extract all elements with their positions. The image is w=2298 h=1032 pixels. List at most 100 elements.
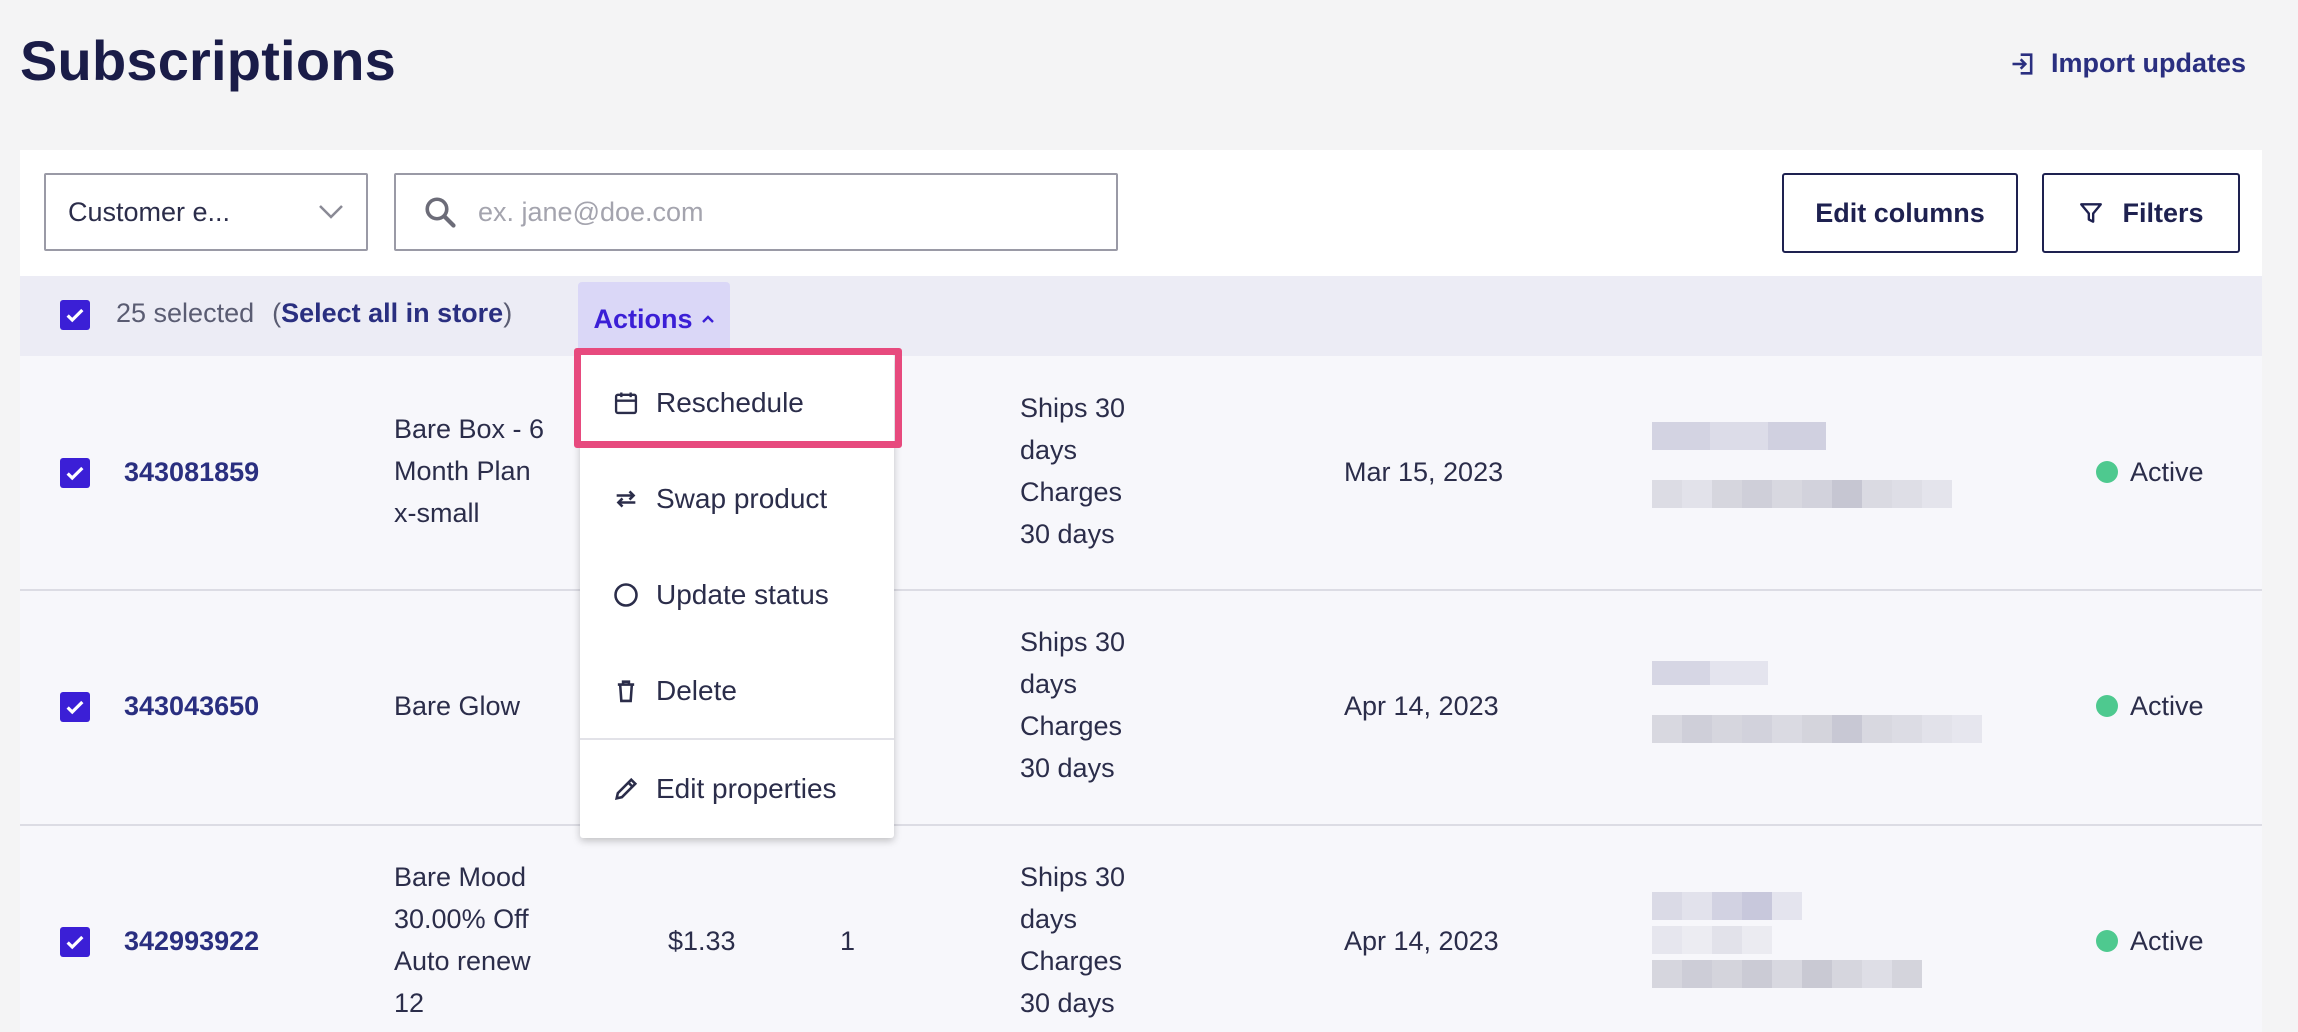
product-line: Month Plan [394, 456, 531, 486]
trash-icon [617, 680, 635, 703]
redacted-customer [1652, 422, 1952, 538]
pencil-icon [614, 777, 638, 801]
menu-divider [580, 738, 894, 740]
row-checkbox[interactable] [60, 458, 90, 488]
menu-item-update-status[interactable]: Update status [580, 550, 894, 640]
funnel-icon [2080, 203, 2103, 223]
menu-item-label: Edit properties [656, 773, 837, 804]
selection-summary: 25 selected ( Select all in store ) [116, 298, 512, 329]
checkmark-icon [66, 935, 84, 950]
product-cell: Bare Box - 6 Month Plan x-small [394, 408, 544, 534]
schedule-line: Ships 30 [1020, 862, 1126, 892]
subscription-id-link[interactable]: 343043650 [124, 685, 259, 727]
menu-item-swap-product[interactable]: Swap product [580, 454, 894, 544]
product-line: Bare Box - 6 [394, 414, 545, 444]
edit-columns-label: Edit columns [1815, 197, 1985, 228]
redacted-line [1652, 960, 1922, 988]
schedule-line: 30 days [1020, 753, 1115, 783]
status-dot [2096, 930, 2118, 952]
schedule-line: days [1020, 669, 1078, 699]
actions-dropdown-button[interactable]: Actions [578, 282, 730, 356]
product-line: 12 [394, 988, 425, 1018]
product-cell: Bare Mood 30.00% Off Auto renew 12 [394, 856, 531, 1024]
checkmark-icon [66, 308, 84, 323]
product-line: Bare Mood [394, 862, 527, 892]
import-updates-label: Import updates [2050, 48, 2246, 78]
status-dot [2096, 461, 2118, 483]
select-all-in-store-link[interactable]: Select all in store [281, 298, 503, 329]
redacted-customer [1652, 661, 1982, 773]
swap-arrows-icon [616, 490, 636, 508]
schedule-line: 30 days [1020, 519, 1115, 549]
table-row: 342993922 Bare Mood 30.00% Off Auto rene… [20, 826, 2262, 1032]
checkmark-icon [66, 700, 84, 715]
schedule-cell: Ships 30 days Charges 30 days [1020, 621, 1125, 789]
quantity-cell: 1 [840, 926, 856, 956]
status-dot [2096, 695, 2118, 717]
redacted-customer [1652, 892, 1922, 1018]
menu-item-label: Delete [656, 675, 737, 706]
redacted-line [1652, 926, 1922, 954]
close-paren: ) [503, 298, 513, 328]
product-line: 30.00% Off [394, 904, 529, 934]
search-input[interactable] [476, 195, 1090, 229]
schedule-line: days [1020, 904, 1078, 934]
import-icon [2012, 52, 2033, 75]
product-line: x-small [394, 498, 480, 528]
next-date: Mar 15, 2023 [1344, 457, 1504, 487]
row-checkbox[interactable] [60, 692, 90, 722]
calendar-icon [614, 392, 638, 415]
status-badge: Active [2096, 685, 2204, 727]
price-cell: $1.33 [668, 926, 736, 956]
subscription-id-link[interactable]: 343081859 [124, 451, 259, 493]
redacted-line [1652, 661, 1982, 685]
product-line: Auto renew [394, 946, 531, 976]
filter-toolbar: Customer e... Edit columns Filters [20, 150, 2262, 276]
schedule-line: 30 days [1020, 988, 1115, 1018]
schedule-line: Charges [1020, 477, 1123, 507]
filter-field-value: Customer e... [68, 196, 231, 227]
filter-field-select[interactable]: Customer e... [44, 173, 368, 251]
status-label: Active [2130, 691, 2204, 721]
schedule-line: Charges [1020, 711, 1123, 741]
filters-button[interactable]: Filters [2042, 173, 2240, 253]
schedule-line: Charges [1020, 946, 1123, 976]
page-title: Subscriptions [20, 29, 396, 92]
redacted-line [1652, 480, 1952, 508]
search-field[interactable] [394, 173, 1118, 251]
open-paren: ( [272, 298, 282, 328]
row-checkbox[interactable] [60, 927, 90, 957]
chevron-down-icon [319, 205, 343, 219]
search-icon [425, 197, 456, 228]
next-date: Apr 14, 2023 [1344, 691, 1499, 721]
menu-item-label: Swap product [656, 483, 828, 514]
import-updates-link[interactable]: Import updates [2009, 48, 2246, 79]
redacted-line [1652, 892, 1922, 920]
menu-item-reschedule[interactable]: Reschedule [580, 358, 894, 448]
edit-columns-button[interactable]: Edit columns [1782, 173, 2018, 253]
subscription-id-link[interactable]: 342993922 [124, 920, 259, 962]
actions-label: Actions [593, 303, 693, 334]
select-all-checkbox[interactable] [60, 300, 90, 330]
schedule-cell: Ships 30 days Charges 30 days [1020, 387, 1125, 555]
table-row: 343043650 Bare Glow Ships 30 days Charge… [20, 591, 2262, 826]
product-line: Bare Glow [394, 691, 521, 721]
status-label: Active [2130, 457, 2204, 487]
redacted-line [1652, 715, 1982, 743]
schedule-line: Ships 30 [1020, 627, 1126, 657]
product-cell: Bare Glow [394, 685, 520, 727]
menu-item-edit-properties[interactable]: Edit properties [580, 744, 894, 834]
circle-icon [614, 583, 638, 607]
status-badge: Active [2096, 451, 2204, 493]
menu-item-delete[interactable]: Delete [580, 646, 894, 736]
checkmark-icon [66, 466, 84, 481]
schedule-line: Ships 30 [1020, 393, 1126, 423]
table-row: 343081859 Bare Box - 6 Month Plan x-smal… [20, 356, 2262, 591]
menu-item-label: Reschedule [656, 387, 804, 418]
selected-count: 25 selected [116, 298, 255, 328]
status-label: Active [2130, 926, 2204, 956]
schedule-cell: Ships 30 days Charges 30 days [1020, 856, 1125, 1024]
redacted-line [1652, 422, 1952, 450]
bulk-selection-bar: 25 selected ( Select all in store ) Acti… [20, 276, 2262, 357]
status-badge: Active [2096, 920, 2204, 962]
